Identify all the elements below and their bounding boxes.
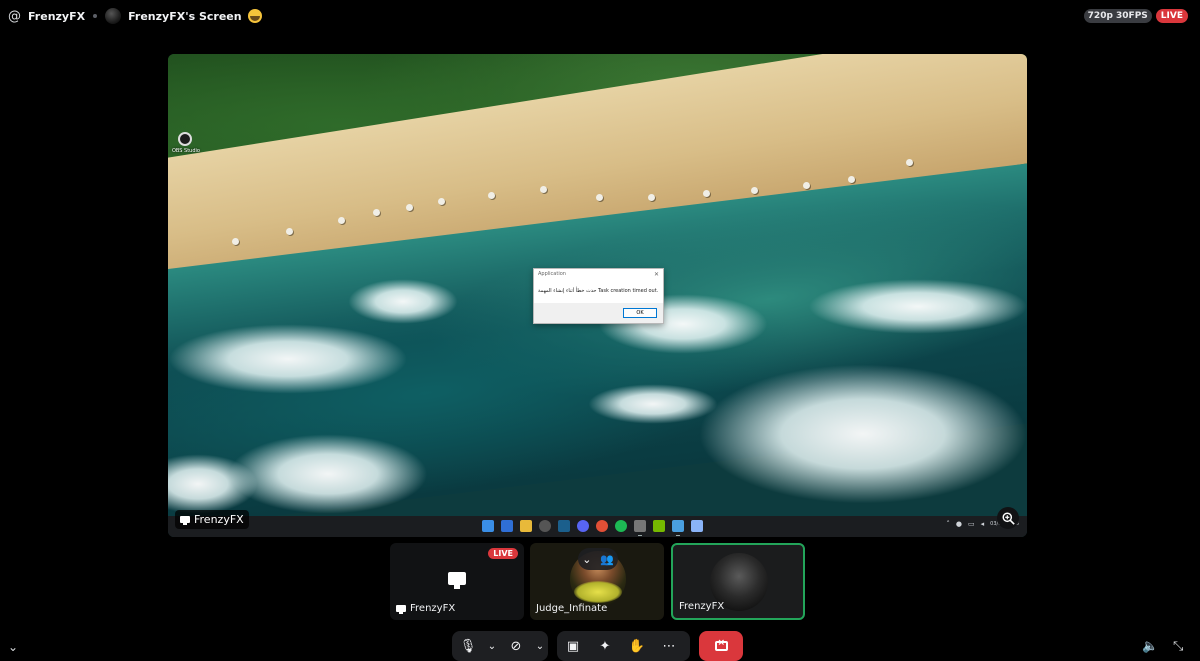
- steam-icon[interactable]: [558, 520, 570, 532]
- ok-button[interactable]: OK: [623, 308, 657, 318]
- leave-call-button[interactable]: [699, 631, 743, 661]
- microphone-icon[interactable]: 🎙: [452, 631, 484, 661]
- participant-name: FrenzyFX: [679, 601, 725, 612]
- desktop-wallpaper: OBS Studio Application ✕ حدث خطأ أثناء إ…: [168, 54, 1027, 516]
- beach-umbrella: [488, 192, 495, 199]
- beach-umbrella: [438, 198, 445, 205]
- screen-share-icon[interactable]: ▣: [557, 631, 589, 661]
- stream-user-label: FrenzyFX: [175, 510, 249, 529]
- monitor-icon: [396, 605, 406, 614]
- participant-name: FrenzyFX: [410, 603, 456, 614]
- windows-start-icon[interactable]: [482, 520, 494, 532]
- live-badge: LIVE: [1155, 9, 1188, 23]
- app-icon[interactable]: [634, 520, 646, 536]
- stream-title: FrenzyFX's Screen: [128, 9, 242, 23]
- beach-umbrella: [803, 182, 810, 189]
- taskbar-apps: [482, 520, 703, 536]
- chevron-up-icon[interactable]: ˄: [946, 520, 950, 528]
- network-icon[interactable]: ▭: [968, 520, 975, 528]
- channel-name[interactable]: FrenzyFX: [28, 10, 85, 23]
- app-icon[interactable]: [501, 520, 513, 532]
- wave-foam: [168, 324, 408, 394]
- disconnect-icon: [714, 638, 728, 651]
- desktop-icon-label: OBS Studio: [172, 148, 200, 154]
- photos-icon[interactable]: [672, 520, 684, 536]
- wave-foam: [228, 434, 428, 514]
- dialog-footer: OK: [534, 303, 663, 323]
- tile-label: Judge_Infinate: [536, 603, 607, 614]
- live-badge: LIVE: [488, 548, 518, 559]
- speaker-icon[interactable]: ◂: [981, 520, 985, 528]
- beach-umbrella: [406, 204, 413, 211]
- activities-icon[interactable]: ✦: [589, 631, 621, 661]
- windows-taskbar: ˄ ● ▭ ◂ 03/02/2026: [168, 516, 1027, 537]
- soundboard-icon[interactable]: ✋: [621, 631, 653, 661]
- beach-umbrella: [848, 176, 855, 183]
- desktop-icon-obs[interactable]: OBS Studio: [172, 132, 200, 154]
- zoom-button[interactable]: [997, 507, 1019, 529]
- wave-foam: [808, 279, 1027, 334]
- tile-hover-controls[interactable]: ⌄ 👥: [578, 548, 618, 570]
- participant-tile-stream[interactable]: LIVE FrenzyFX: [390, 543, 524, 620]
- close-icon[interactable]: ✕: [654, 271, 659, 278]
- beach-umbrella: [540, 186, 547, 193]
- error-dialog: Application ✕ حدث خطأ أثناء إنشاء المهمة…: [533, 268, 664, 324]
- beach-umbrella: [286, 228, 293, 235]
- call-actions: ▣ ✦ ✋ ⋯: [557, 631, 690, 661]
- zoom-in-icon: [1001, 511, 1015, 525]
- beach-umbrella: [906, 159, 913, 166]
- dialog-message: حدث خطأ أثناء إنشاء المهمة Task creation…: [538, 288, 659, 294]
- chrome-icon[interactable]: [596, 520, 608, 532]
- spotify-icon[interactable]: [615, 520, 627, 532]
- app-icon[interactable]: [539, 520, 551, 532]
- participant-name: Judge_Infinate: [536, 603, 608, 614]
- stream-badges: 720p 30FPS LIVE: [1083, 9, 1188, 23]
- nvidia-icon[interactable]: [653, 520, 665, 532]
- chevron-down-icon[interactable]: ⌄: [532, 631, 548, 661]
- emoji-icon: [247, 9, 262, 23]
- chevron-down-icon[interactable]: ⌄: [582, 553, 591, 566]
- file-explorer-icon[interactable]: [520, 520, 532, 532]
- tile-label: FrenzyFX: [396, 603, 455, 614]
- dialog-title: Application: [538, 271, 566, 277]
- screen-share-icon: [448, 572, 466, 589]
- obs-icon: [178, 132, 192, 146]
- quality-badge: 720p 30FPS: [1083, 9, 1152, 23]
- chevron-down-icon[interactable]: ⌄: [8, 640, 18, 654]
- beach-umbrella: [596, 194, 603, 201]
- wave-foam: [348, 279, 458, 324]
- beach-umbrella: [751, 187, 758, 194]
- stream-view[interactable]: OBS Studio Application ✕ حدث خطأ أثناء إ…: [168, 54, 1027, 537]
- stream-user-name: FrenzyFX: [194, 513, 244, 526]
- volume-icon[interactable]: 🔈: [1142, 639, 1158, 654]
- more-icon[interactable]: ⋯: [653, 631, 685, 661]
- camera-off-icon[interactable]: ⊘: [500, 631, 532, 661]
- participant-tile-judge[interactable]: ⌄ 👥 Judge_Infinate: [530, 543, 664, 620]
- discord-icon[interactable]: [577, 520, 589, 532]
- dialog-titlebar: Application ✕: [534, 269, 663, 279]
- separator-dot: [93, 14, 98, 18]
- exit-fullscreen-icon[interactable]: ⤡: [1173, 639, 1183, 654]
- beach-umbrella: [232, 238, 239, 245]
- wave-foam: [588, 384, 718, 424]
- beach-umbrella: [338, 217, 345, 224]
- at-icon: @: [8, 8, 21, 24]
- participant-tile-frenzyfx[interactable]: FrenzyFX: [671, 543, 805, 620]
- wave-foam: [698, 364, 1027, 504]
- tile-label: FrenzyFX: [679, 601, 724, 612]
- beach-umbrella: [648, 194, 655, 201]
- beach-umbrella: [703, 190, 710, 197]
- streamer-avatar: [105, 8, 122, 24]
- audio-video-controls: 🎙 ⌄ ⊘ ⌄: [452, 631, 548, 661]
- app-icon[interactable]: [691, 520, 703, 532]
- users-icon[interactable]: 👥: [600, 553, 614, 566]
- header-bar: @ FrenzyFX FrenzyFX's Screen 720p 30FPS …: [0, 0, 1200, 32]
- microphone-icon[interactable]: ●: [956, 520, 962, 528]
- beach-umbrella: [373, 209, 380, 216]
- chevron-down-icon[interactable]: ⌄: [484, 631, 500, 661]
- monitor-icon: [180, 516, 190, 525]
